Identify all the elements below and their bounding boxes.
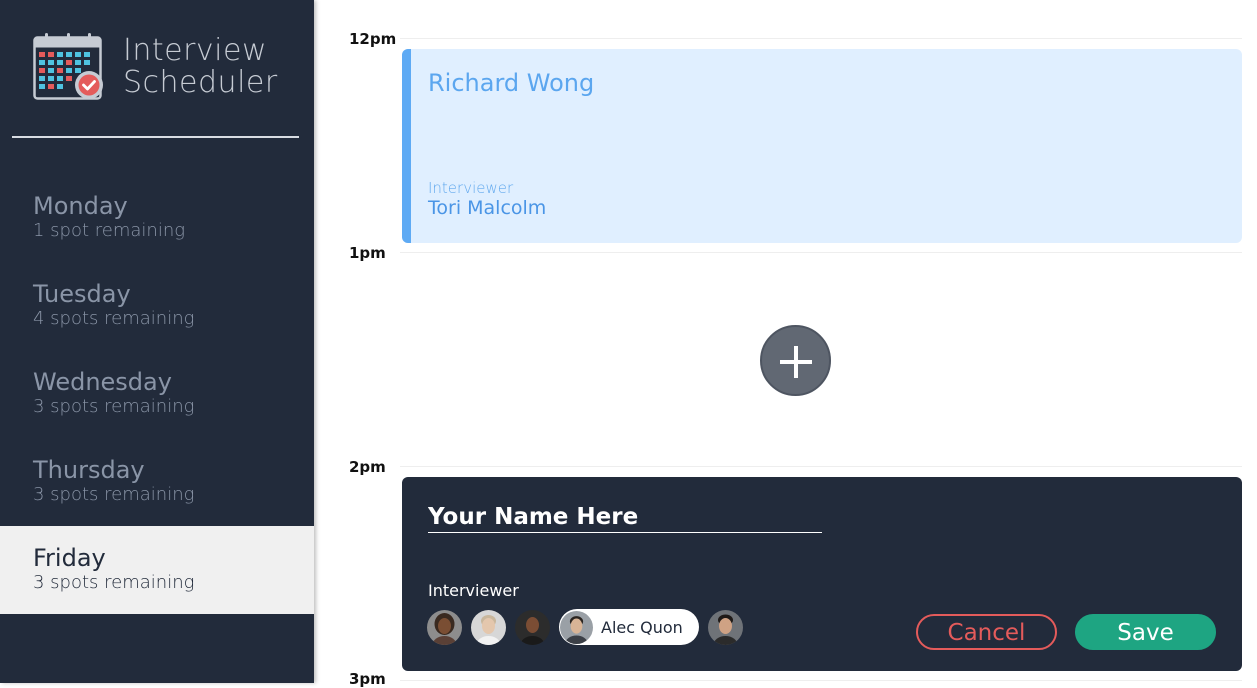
sidebar-divider: [12, 136, 299, 138]
time-divider: [400, 252, 1242, 253]
interviewer-avatar: [560, 610, 593, 644]
day-item-tuesday[interactable]: Tuesday 4 spots remaining: [0, 262, 314, 350]
appointment-form: Interviewer: [402, 477, 1242, 671]
interviewer-avatar[interactable]: [471, 609, 506, 645]
appointment-student-name: Richard Wong: [428, 69, 595, 97]
app-title: Interview Scheduler: [123, 35, 278, 99]
day-spots: 3 spots remaining: [33, 396, 195, 417]
appointment-card[interactable]: Richard Wong Interviewer Tori Malcolm: [402, 49, 1242, 243]
day-item-friday[interactable]: Friday 3 spots remaining: [0, 526, 314, 614]
day-spots: 4 spots remaining: [33, 308, 195, 329]
app-title-line2: Scheduler: [123, 65, 278, 100]
time-label-1pm: 1pm: [349, 244, 386, 262]
day-name: Friday: [33, 544, 106, 572]
student-name-input[interactable]: [428, 501, 822, 533]
time-divider: [400, 38, 1242, 39]
day-name: Thursday: [33, 456, 145, 484]
day-spots: 1 spot remaining: [33, 220, 186, 241]
time-label-12pm: 12pm: [349, 30, 397, 48]
avatar-image: [515, 609, 550, 645]
interviewer-list: Alec Quon: [427, 609, 752, 645]
time-label-2pm: 2pm: [349, 458, 386, 476]
time-divider: [400, 680, 1242, 681]
day-list: Monday 1 spot remaining Tuesday 4 spots …: [0, 174, 314, 614]
avatar-image: [471, 609, 506, 645]
avatar-image: [427, 609, 462, 645]
app-title-line1: Interview: [123, 33, 267, 68]
save-button[interactable]: Save: [1075, 614, 1216, 650]
appointment-accent-bar: [402, 49, 411, 243]
sidebar: Interview Scheduler Monday 1 spot remain…: [0, 0, 314, 683]
cancel-button[interactable]: Cancel: [916, 614, 1057, 650]
interviewer-selected-name: Alec Quon: [601, 617, 683, 637]
day-name: Wednesday: [33, 368, 172, 396]
time-divider: [400, 466, 1242, 467]
appointment-interviewer-name: Tori Malcolm: [428, 197, 547, 219]
day-name: Monday: [33, 192, 128, 220]
day-item-wednesday[interactable]: Wednesday 3 spots remaining: [0, 350, 314, 438]
calendar-check-icon: [33, 33, 103, 100]
day-spots: 3 spots remaining: [33, 572, 195, 593]
interviewer-label: Interviewer: [428, 581, 519, 600]
day-name: Tuesday: [33, 280, 131, 308]
day-item-monday[interactable]: Monday 1 spot remaining: [0, 174, 314, 262]
appointment-interviewer-label: Interviewer: [428, 179, 514, 197]
add-appointment-button[interactable]: [760, 325, 831, 396]
avatar-image: [560, 610, 593, 644]
interviewer-selected[interactable]: Alec Quon: [559, 609, 699, 645]
day-spots: 3 spots remaining: [33, 484, 195, 505]
avatar-image: [707, 609, 743, 645]
interviewer-avatar[interactable]: [427, 609, 462, 645]
time-label-3pm: 3pm: [349, 670, 386, 688]
interviewer-avatar[interactable]: [515, 609, 550, 645]
day-item-thursday[interactable]: Thursday 3 spots remaining: [0, 438, 314, 526]
interviewer-avatar[interactable]: [707, 609, 743, 645]
brand: Interview Scheduler: [33, 32, 293, 102]
